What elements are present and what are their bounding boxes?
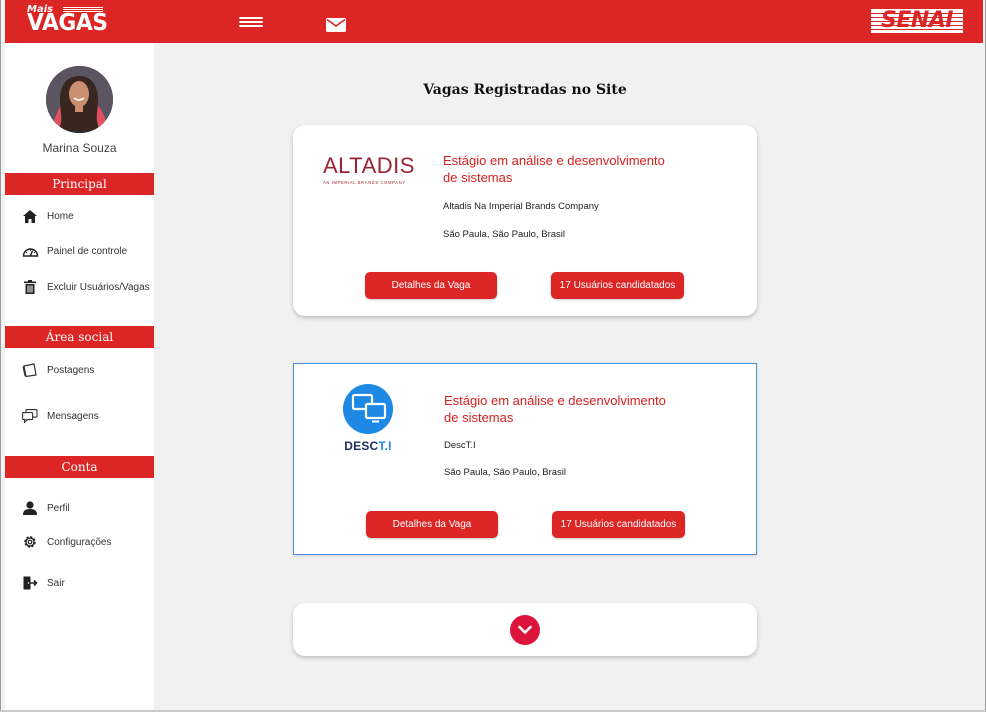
sidebar-item-configuracoes[interactable]: Configurações xyxy=(5,529,154,555)
candidates-button[interactable]: 17 Usuários candidatados xyxy=(552,511,685,538)
senai-logo: SENAI xyxy=(871,9,963,33)
user-name: Marina Souza xyxy=(42,141,117,155)
sidebar-item-home[interactable]: Home xyxy=(5,203,154,229)
hamburger-icon[interactable] xyxy=(239,17,263,29)
logout-icon xyxy=(21,574,39,592)
section-area-social-header: Área social xyxy=(5,326,154,348)
job-title[interactable]: Estágio em análise e desenvolvimento de … xyxy=(443,152,673,186)
job-card: DESCT.I Estágio em análise e desenvolvim… xyxy=(293,363,757,555)
app-window: Mais VAGAS SENAI Marina Souza Principal … xyxy=(0,0,986,712)
sidebar-item-painel[interactable]: Painel de controle xyxy=(5,238,154,264)
top-bar: Mais VAGAS SENAI xyxy=(5,0,983,43)
candidates-button[interactable]: 17 Usuários candidatados xyxy=(551,272,684,299)
sidebar-item-label: Excluir Usuários/Vagas xyxy=(47,281,150,293)
senai-logo-text: SENAI xyxy=(881,8,954,33)
job-location: São Paula, São Paulo, Brasil xyxy=(443,229,565,240)
details-button[interactable]: Detalhes da Vaga xyxy=(366,511,498,538)
mail-icon[interactable] xyxy=(326,17,346,32)
trash-icon xyxy=(21,278,39,296)
altadis-logo: ALTADIS AN IMPERIAL BRANDS COMPANY xyxy=(323,153,417,189)
sidebar-item-label: Postagens xyxy=(47,364,95,376)
sidebar-item-postagens[interactable]: Postagens xyxy=(5,357,154,383)
sidebar-item-label: Perfil xyxy=(47,502,70,514)
altadis-logo-subtext: AN IMPERIAL BRANDS COMPANY xyxy=(323,180,406,185)
chat-icon xyxy=(21,407,39,425)
desc-ti-logo-text-b: T.I xyxy=(378,439,392,453)
sidebar-item-excluir[interactable]: Excluir Usuários/Vagas xyxy=(5,274,154,300)
settings-icon xyxy=(21,533,39,551)
sidebar-item-label: Configurações xyxy=(47,536,112,548)
section-conta-header: Conta xyxy=(5,456,154,478)
sidebar-item-label: Painel de controle xyxy=(47,245,128,257)
gauge-icon xyxy=(21,242,39,260)
page-title: Vagas Registradas no Site xyxy=(423,82,627,98)
chevron-down-icon xyxy=(518,625,532,634)
load-more-card xyxy=(293,603,757,656)
home-icon xyxy=(21,207,39,225)
sidebar-item-label: Mensagens xyxy=(47,410,99,422)
sidebar-item-mensagens[interactable]: Mensagens xyxy=(5,403,154,429)
user-icon xyxy=(21,499,39,517)
details-button[interactable]: Detalhes da Vaga xyxy=(365,272,497,299)
logo-vagas-text: VAGAS xyxy=(27,10,108,36)
job-location: São Paula, São Paulo, Brasil xyxy=(444,467,566,478)
job-card: ALTADIS AN IMPERIAL BRANDS COMPANY Estág… xyxy=(293,125,757,316)
section-principal-header: Principal xyxy=(5,173,154,195)
altadis-logo-text: ALTADIS xyxy=(323,153,415,178)
job-title[interactable]: Estágio em análise e desenvolvimento de … xyxy=(444,392,674,426)
load-more-button[interactable] xyxy=(510,615,540,645)
sidebar-item-label: Sair xyxy=(47,577,65,589)
sidebar: Marina Souza Principal Home Painel de co… xyxy=(5,43,154,710)
desc-monitor-icon xyxy=(342,383,394,435)
sidebar-item-label: Home xyxy=(47,210,74,222)
desc-ti-logo-text-a: DESC xyxy=(344,439,379,453)
sidebar-item-sair[interactable]: Sair xyxy=(5,570,154,596)
avatar[interactable] xyxy=(46,66,113,133)
company-name: Altadis Na Imperial Brands Company xyxy=(443,201,599,212)
posts-icon xyxy=(21,361,39,379)
sidebar-item-perfil[interactable]: Perfil xyxy=(5,495,154,521)
desc-ti-logo: DESCT.I xyxy=(336,383,396,455)
company-name: DescT.I xyxy=(444,440,476,451)
desc-ti-logo-text: DESCT.I xyxy=(338,439,398,453)
